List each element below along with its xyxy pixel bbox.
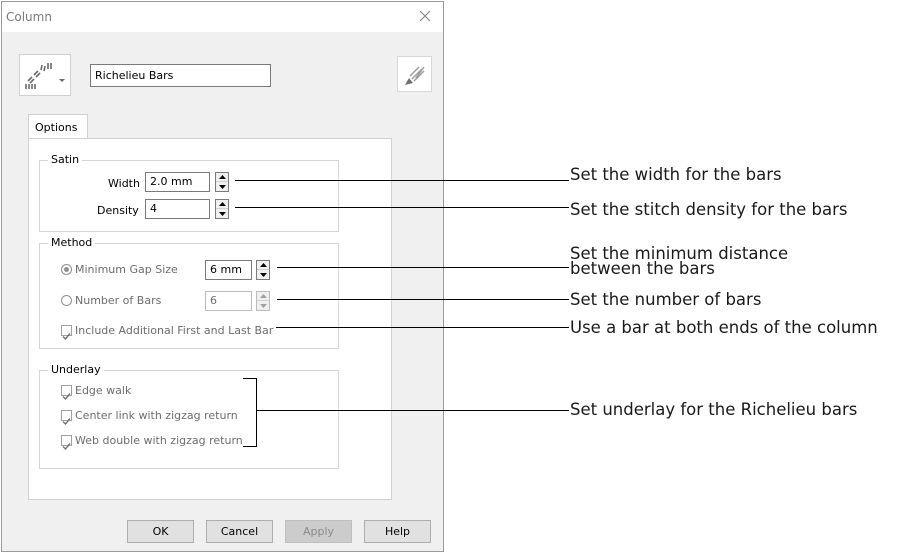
edge-walk-label: Edge walk [75, 384, 132, 397]
annotation-underlay: Set underlay for the Richelieu bars [570, 400, 858, 419]
satin-group [39, 160, 339, 232]
dialog-title: Column [6, 10, 52, 24]
number-of-bars-label: Number of Bars [75, 294, 162, 307]
annotation-include: Use a bar at both ends of the column [570, 318, 878, 337]
stitch-type-dropdown[interactable] [19, 54, 71, 96]
tab-options[interactable]: Options [28, 114, 88, 139]
min-gap-input[interactable]: 6 mm [205, 260, 252, 280]
callout-line-width [235, 180, 569, 181]
spin-down-icon [259, 272, 267, 277]
richelieu-stitch-icon [25, 63, 65, 89]
density-label: Density [97, 204, 139, 217]
bracket-top [243, 378, 256, 379]
annotation-width: Set the width for the bars [570, 165, 782, 184]
callout-line-include [276, 327, 569, 328]
spin-up-icon [218, 175, 226, 179]
stitch-direction-button[interactable] [397, 56, 432, 92]
number-of-bars-spinner[interactable] [256, 291, 270, 311]
tab-options-label: Options [35, 121, 78, 134]
method-legend: Method [48, 236, 96, 249]
width-label: Width [108, 177, 140, 190]
bracket-bottom [243, 446, 256, 447]
checkmark-icon [62, 393, 71, 401]
number-of-bars-input[interactable]: 6 [205, 291, 252, 311]
callout-line-number [277, 299, 569, 300]
help-button[interactable]: Help [364, 520, 431, 543]
stitch-direction-icon [405, 66, 425, 85]
density-input[interactable]: 4 [145, 199, 210, 219]
min-gap-radio[interactable] [61, 264, 72, 275]
callout-line-underlay [256, 410, 569, 411]
ok-button[interactable]: OK [127, 520, 194, 543]
spin-down-icon [218, 211, 226, 216]
name-field[interactable]: Richelieu Bars [90, 64, 271, 87]
center-link-checkbox[interactable] [61, 410, 72, 426]
number-of-bars-radio[interactable] [61, 295, 72, 306]
bracket-vertical [256, 378, 257, 447]
spin-up-icon [259, 263, 267, 267]
column-dialog: Column Richelieu Bars Options Satin Widt… [1, 1, 444, 552]
center-link-label: Center link with zigzag return [75, 409, 238, 422]
spin-up-icon [218, 202, 226, 206]
web-double-label: Web double with zigzag return [75, 434, 243, 447]
web-double-checkbox[interactable] [61, 435, 72, 451]
spin-up-icon [259, 294, 267, 298]
spin-down-icon [259, 303, 267, 308]
edge-walk-checkbox[interactable] [61, 385, 72, 401]
include-first-last-checkbox[interactable] [61, 325, 72, 341]
callout-line-min-gap [277, 267, 569, 268]
annotation-number: Set the number of bars [570, 290, 762, 309]
density-spinner[interactable] [215, 199, 229, 219]
min-gap-label: Minimum Gap Size [75, 263, 178, 276]
checkmark-icon [62, 418, 71, 426]
include-first-last-label: Include Additional First and Last Bar [75, 324, 274, 337]
close-icon [419, 10, 431, 22]
title-bar: Column [2, 2, 443, 32]
width-input[interactable]: 2.0 mm [145, 172, 210, 192]
annotation-density: Set the stitch density for the bars [570, 200, 848, 219]
annotation-gap-line2: between the bars [570, 259, 715, 278]
underlay-legend: Underlay [48, 363, 104, 376]
satin-legend: Satin [48, 153, 83, 166]
min-gap-spinner[interactable] [256, 260, 270, 280]
width-spinner[interactable] [215, 172, 229, 192]
checkmark-icon [62, 443, 71, 451]
callout-line-density [235, 207, 569, 208]
checkmark-icon [62, 333, 71, 341]
apply-button[interactable]: Apply [285, 520, 352, 543]
close-button[interactable] [412, 4, 438, 28]
spin-down-icon [218, 184, 226, 189]
cancel-button[interactable]: Cancel [206, 520, 273, 543]
